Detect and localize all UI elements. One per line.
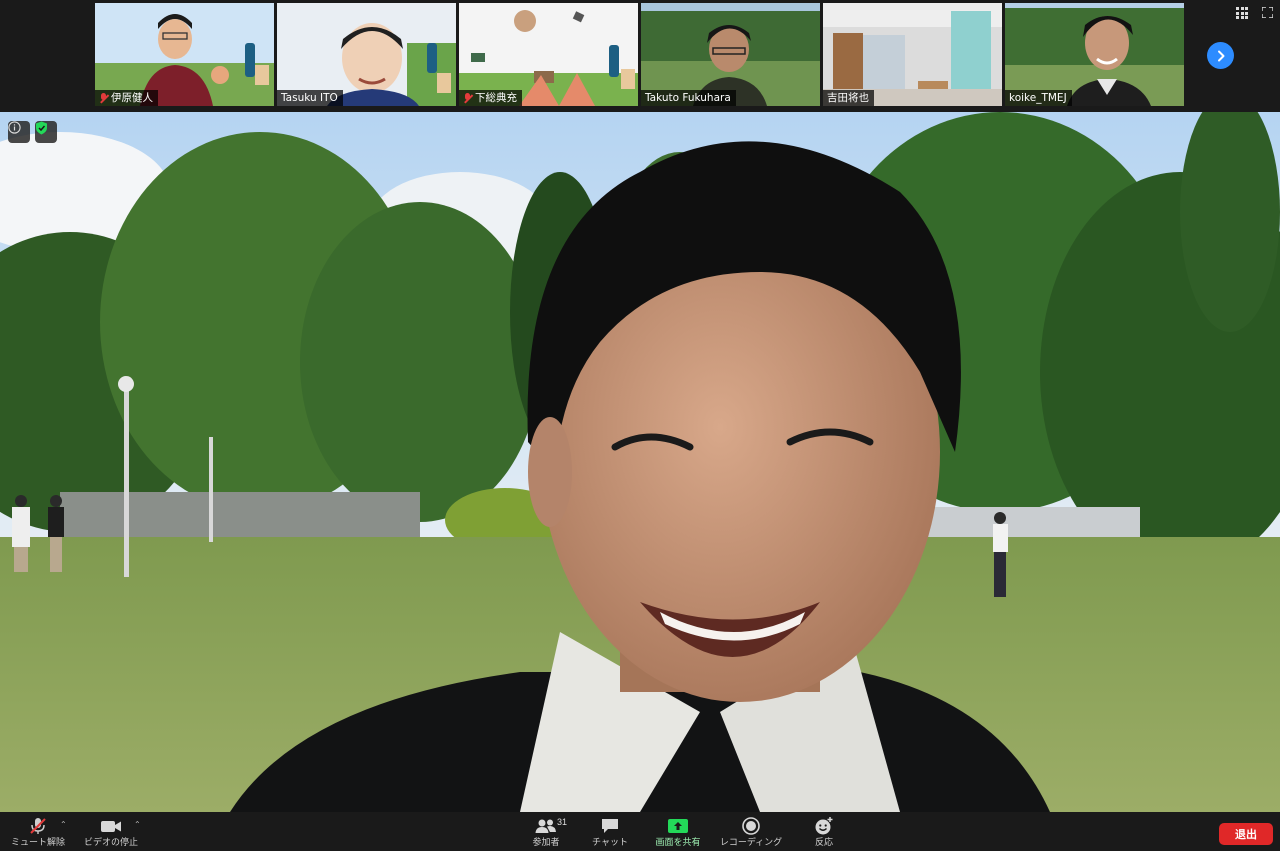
chevron-right-icon xyxy=(1217,50,1224,61)
speaker-video-frame xyxy=(0,112,1280,812)
shield-check-icon xyxy=(36,121,47,135)
fullscreen-icon[interactable] xyxy=(1262,7,1273,18)
share-screen-icon xyxy=(668,819,688,833)
participant-tile[interactable]: 吉田将也 xyxy=(823,3,1002,106)
participant-tile[interactable]: Tasuku ITO xyxy=(277,3,456,106)
record-button[interactable]: レコーディング xyxy=(716,815,786,848)
participants-count: 31 xyxy=(557,817,568,827)
info-icon xyxy=(8,121,21,134)
participant-strip: 伊原健人 Tasuku ITO 下総典充 Takuto Fukuhara 吉田将… xyxy=(0,0,1280,112)
mic-muted-icon xyxy=(99,92,108,104)
participant-tile-active[interactable]: koike_TMEJ xyxy=(1005,3,1184,106)
active-speaker-video xyxy=(0,112,1280,812)
video-options-caret[interactable]: ⌃ xyxy=(134,820,141,829)
reactions-button[interactable]: 反応 xyxy=(806,815,842,848)
participant-name: 吉田将也 xyxy=(823,90,874,106)
participants-button[interactable]: 31 参加者 xyxy=(526,815,568,848)
participant-name: 下総典充 xyxy=(459,90,522,106)
chat-bubble-icon xyxy=(602,819,618,833)
participant-name: 伊原健人 xyxy=(95,90,158,106)
people-icon xyxy=(535,819,556,833)
audio-options-caret[interactable]: ⌃ xyxy=(60,820,67,829)
meeting-info-button[interactable] xyxy=(8,121,30,143)
unmute-button[interactable]: ミュート解除 xyxy=(8,815,68,848)
meeting-toolbar: ミュート解除 ⌃ ビデオの停止 ⌃ 31 参加者 チャット 画面を共有 レコーデ… xyxy=(0,812,1280,851)
mic-muted-icon xyxy=(30,818,46,834)
share-screen-button[interactable]: 画面を共有 xyxy=(652,815,704,848)
participant-tile[interactable]: Takuto Fukuhara xyxy=(641,3,820,106)
participant-tile[interactable]: 下総典充 xyxy=(459,3,638,106)
record-icon xyxy=(742,817,760,835)
participant-name: Takuto Fukuhara xyxy=(641,90,736,106)
participant-tiles: 伊原健人 Tasuku ITO 下総典充 Takuto Fukuhara 吉田将… xyxy=(95,3,1184,106)
participant-tile[interactable]: 伊原健人 xyxy=(95,3,274,106)
video-camera-icon xyxy=(101,821,121,832)
stop-video-button[interactable]: ビデオの停止 xyxy=(82,815,140,848)
leave-meeting-button[interactable]: 退出 xyxy=(1219,823,1273,845)
chat-button[interactable]: チャット xyxy=(590,815,630,848)
participant-name: koike_TMEJ xyxy=(1005,90,1072,106)
participant-name: Tasuku ITO xyxy=(277,90,343,106)
encryption-status-button[interactable] xyxy=(35,121,57,143)
emoji-plus-icon xyxy=(815,817,833,835)
mic-muted-icon xyxy=(463,92,472,104)
gallery-grid-icon[interactable] xyxy=(1236,7,1248,19)
next-page-button[interactable] xyxy=(1207,42,1234,69)
